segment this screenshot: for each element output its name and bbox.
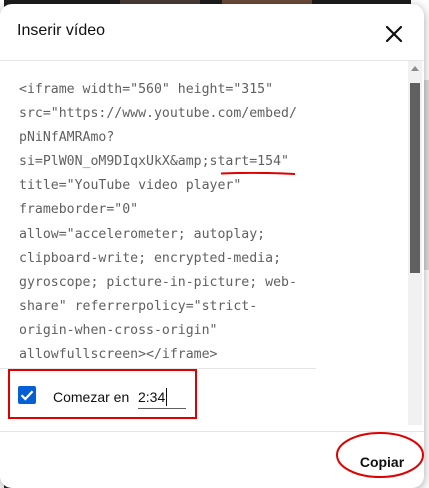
code-scrollbar[interactable]	[408, 61, 422, 425]
embed-code-line: clipboard-write; encrypted-media;	[19, 250, 282, 266]
close-button[interactable]	[380, 20, 408, 48]
embed-code-line: frameborder="0"	[19, 202, 139, 218]
dialog-header: Inserir vídeo	[0, 4, 424, 60]
embed-code-line: src="https://www.youtube.com/embed/	[19, 106, 297, 122]
annotation-box	[8, 369, 197, 419]
annotation-circle	[336, 432, 424, 478]
embed-code-line: gyroscope; picture-in-picture; web-	[19, 274, 297, 290]
embed-code-text[interactable]: <iframe width="560" height="315" src="ht…	[19, 78, 319, 367]
embed-code-line: <iframe width="560" height="315"	[19, 82, 274, 97]
annotation-underline	[221, 172, 295, 175]
dialog-title: Inserir vídeo	[17, 22, 106, 39]
close-icon	[385, 25, 403, 43]
embed-code-line: origin-when-cross-origin"	[19, 322, 218, 338]
scroll-up-arrow-icon[interactable]	[411, 66, 419, 71]
embed-code-line: pNiNfAMRAmo?	[19, 130, 115, 146]
embed-code-line: share" referrerpolicy="strict-	[19, 298, 258, 314]
embed-code-line: si=PlW0N_oM9DIqxUkX&amp;start=154"	[19, 154, 289, 170]
embed-code-line: allow="accelerometer; autoplay;	[19, 226, 266, 242]
embed-code-line: allowfullscreen></iframe>	[19, 347, 218, 363]
scrollbar-thumb[interactable]	[410, 83, 420, 273]
embed-code-line: title="YouTube video player"	[19, 178, 242, 194]
